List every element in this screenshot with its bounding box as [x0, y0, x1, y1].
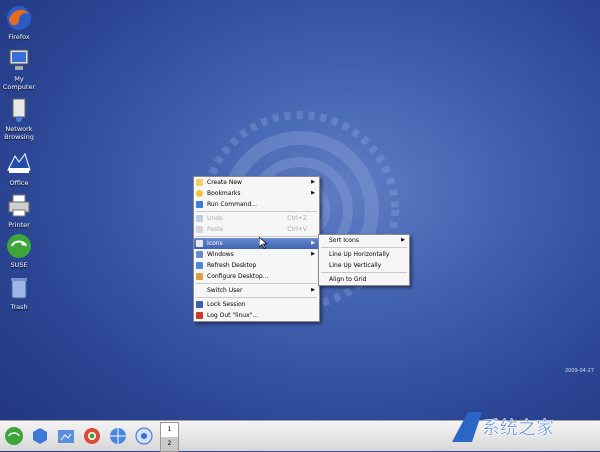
configure-icon — [196, 273, 203, 280]
menu-item-undo[interactable]: Undo Ctrl+Z — [194, 213, 319, 224]
desktop-icon-suse[interactable]: SUSE — [0, 232, 38, 270]
desktop-date-text: 2009-04-27 — [564, 368, 594, 374]
menu-item-paste[interactable]: Paste Ctrl+V — [194, 224, 319, 235]
menu-item-configure-desktop[interactable]: Configure Desktop... — [194, 271, 319, 282]
paste-icon — [196, 226, 203, 233]
help-lifebuoy-icon — [84, 428, 100, 444]
watermark-logo: 系统之家 — [452, 412, 554, 442]
submenu-arrow-icon: ▶ — [311, 179, 315, 185]
submenu-arrow-icon: ▶ — [311, 287, 315, 293]
start-menu-button[interactable] — [4, 426, 24, 446]
menu-item-refresh-desktop[interactable]: Refresh Desktop — [194, 260, 319, 271]
menu-item-log-out[interactable]: Log Out "linux"... — [194, 310, 319, 321]
menu-item-line-up-horizontally[interactable]: Line Up Horizontally — [319, 249, 409, 260]
trash-icon — [11, 278, 27, 299]
bookmark-star-icon — [196, 190, 203, 197]
desktop-icon-network-browsing[interactable]: Network Browsing — [0, 96, 38, 141]
menu-separator — [196, 297, 317, 298]
desktop-context-menu: Create New ▶ Bookmarks ▶ Run Command... Un… — [193, 176, 320, 322]
menu-separator — [321, 247, 407, 248]
menu-item-bookmarks[interactable]: Bookmarks ▶ — [194, 188, 319, 199]
menu-item-lock-session[interactable]: Lock Session — [194, 299, 319, 310]
network-icon — [12, 98, 26, 122]
run-command-icon — [196, 201, 203, 208]
new-document-icon — [196, 179, 203, 186]
menu-item-switch-user[interactable]: Switch User ▶ — [194, 285, 319, 296]
pager-desktop-1[interactable]: 1 — [161, 423, 178, 437]
pager-desktop-2[interactable]: 2 — [161, 437, 178, 451]
logout-icon — [196, 312, 203, 319]
desktop-icon-my-computer[interactable]: My Computer — [0, 46, 38, 91]
printer-icon — [8, 194, 30, 217]
browser-icon — [135, 427, 153, 445]
home-folder-icon — [58, 430, 74, 443]
computer-icon — [9, 49, 29, 70]
undo-icon — [196, 215, 203, 222]
menu-item-line-up-vertically[interactable]: Line Up Vertically — [319, 260, 409, 271]
lock-icon — [196, 301, 203, 308]
menu-separator — [196, 211, 317, 212]
menu-item-run-command[interactable]: Run Command... — [194, 199, 319, 210]
suse-icon — [7, 234, 31, 258]
windows-icon — [196, 251, 203, 258]
menu-item-sort-icons[interactable]: Sort Icons ▶ — [319, 235, 409, 246]
refresh-icon — [196, 262, 203, 269]
icons-icon — [196, 240, 203, 247]
mouse-cursor-icon — [259, 237, 268, 249]
launch-help-button[interactable] — [82, 426, 102, 446]
submenu-arrow-icon: ▶ — [311, 190, 315, 196]
launch-browser-button[interactable] — [134, 426, 154, 446]
icons-submenu: Sort Icons ▶ Line Up Horizontally Line Up… — [318, 234, 410, 286]
suse-icon — [5, 427, 23, 445]
desktop-icon-office[interactable]: Office — [0, 150, 38, 188]
launch-desktop-button[interactable] — [30, 426, 50, 446]
watermark-text: 系统之家 — [482, 418, 554, 439]
desktop-pager: 1 2 — [160, 422, 179, 452]
cube-icon — [33, 428, 47, 444]
submenu-arrow-icon: ▶ — [311, 251, 315, 257]
submenu-arrow-icon: ▶ — [311, 240, 315, 246]
menu-separator — [321, 272, 407, 273]
launch-home-button[interactable] — [56, 426, 76, 446]
menu-item-create-new[interactable]: Create New ▶ — [194, 177, 319, 188]
menu-item-windows[interactable]: Windows ▶ — [194, 249, 319, 260]
firefox-icon — [7, 6, 31, 30]
menu-item-align-to-grid[interactable]: Align to Grid — [319, 274, 409, 285]
menu-item-icons[interactable]: Icons ▶ — [194, 238, 319, 249]
desktop-icon-trash[interactable]: Trash — [0, 274, 38, 312]
desktop-icon-firefox[interactable]: Firefox — [0, 4, 38, 42]
submenu-arrow-icon: ▶ — [401, 237, 405, 243]
network-globe-icon — [110, 428, 126, 444]
menu-separator — [196, 236, 317, 237]
desktop-icon-printer[interactable]: Printer — [0, 192, 38, 230]
menu-separator — [196, 283, 317, 284]
office-icon — [7, 152, 31, 173]
launch-network-button[interactable] — [108, 426, 128, 446]
